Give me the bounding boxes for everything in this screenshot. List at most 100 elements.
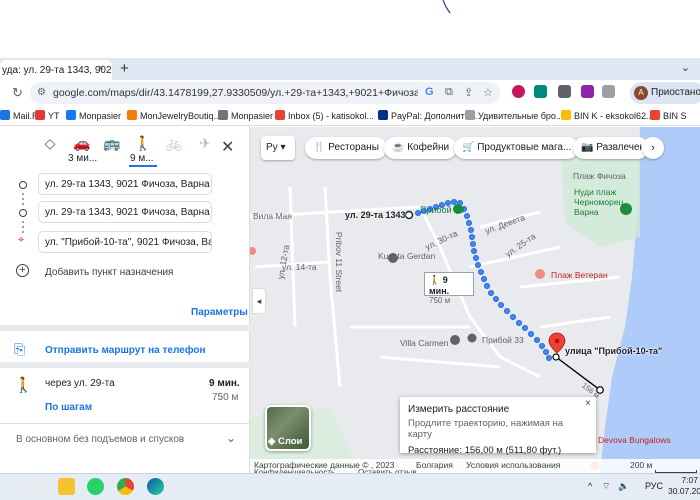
extension-purple-icon[interactable] <box>581 85 594 98</box>
extension-avatar-icon[interactable] <box>512 85 525 98</box>
bookmark-item[interactable]: Удивительные бро... <box>465 110 563 121</box>
route-elevation-note[interactable]: В основном без подъемов и спусков <box>16 434 184 445</box>
measure-distance-panel: Измерить расстояние Продлите траекторию,… <box>400 397 596 456</box>
select-value: Ру <box>266 142 278 153</box>
car-icon[interactable]: 🚗 <box>66 135 98 152</box>
walk-icon: 🚶 <box>429 275 441 285</box>
bookmark-favicon-icon <box>378 110 388 120</box>
reload-icon[interactable]: ↻ <box>12 85 23 101</box>
chevron-down-icon[interactable]: ⌄ <box>226 431 236 445</box>
chip-groceries[interactable]: 🛒 Продуктовые мага... <box>454 137 580 159</box>
bookmark-favicon-icon <box>465 110 475 120</box>
footer-terms[interactable]: Условия использования <box>466 460 560 470</box>
measure-title: Измерить расстояние <box>408 404 510 415</box>
volume-icon[interactable]: 🔈 <box>618 481 629 492</box>
bookmark-item[interactable]: BIN K - eksokol62... <box>561 110 654 121</box>
chip-restaurants[interactable]: 🍴 Рестораны <box>305 137 387 159</box>
google-lens-icon[interactable]: G <box>425 86 434 98</box>
waypoint-connector <box>22 190 24 208</box>
profile-label[interactable]: Приостановле <box>651 87 700 98</box>
bookmark-item[interactable]: Monpasier <box>66 110 121 121</box>
bookmark-favicon-icon <box>35 110 45 120</box>
chips-next-button[interactable]: › <box>642 137 664 159</box>
route-walk-icon: 🚶 <box>14 377 33 394</box>
map-label-plaj-veteran[interactable]: Плаж Ветеран <box>551 270 608 280</box>
bookmark-item[interactable]: Monpasier <box>218 110 273 121</box>
bookmark-favicon-icon <box>218 110 228 120</box>
wifi-icon[interactable]: ⌔ <box>602 481 610 492</box>
extensions-puzzle-icon[interactable] <box>602 85 615 98</box>
tab-google-maps[interactable]: уда: ул. 29-та 1343, 9021 Фичоза, Варна … <box>0 60 112 80</box>
walk-time: 9 м... <box>130 153 154 164</box>
bookmark-label: Inbox (5) - katisokol... <box>288 111 375 121</box>
send-to-phone-link[interactable]: Отправить маршрут на телефон <box>45 345 206 356</box>
waypoint-input-2[interactable]: ул. 29-та 1343, 9021 Фичоза, Варна <box>38 201 212 223</box>
map-label-nudi[interactable]: Нуди плаж Черноморец Варна <box>574 187 623 217</box>
collapse-panel-button[interactable]: ◂ <box>252 288 266 314</box>
route-steps-link[interactable]: По шагам <box>45 402 92 413</box>
clock[interactable]: 7:07 30.07.20 <box>668 475 700 497</box>
map-label-devova[interactable]: Devova Bungalows <box>598 435 671 445</box>
route-time-callout[interactable]: 🚶 9 мин. 750 м <box>424 272 474 305</box>
bookmark-label: Monpasier <box>231 111 274 121</box>
language-indicator[interactable]: РУС <box>645 481 663 491</box>
add-destination-icon[interactable]: + <box>16 264 29 277</box>
tab-bar: уда: ул. 29-та 1343, 9021 Фичоза, Варна … <box>0 58 700 80</box>
file-explorer-icon[interactable] <box>58 478 75 495</box>
route-via[interactable]: через ул. 29-та <box>45 378 115 389</box>
route-options-link[interactable]: Параметры <box>191 307 248 318</box>
tab-close-icon[interactable]: × <box>98 63 104 74</box>
bookmark-item[interactable]: PayPal: Дополните... <box>378 110 477 121</box>
map-label-ul14: ул. 14-та <box>282 262 317 272</box>
clock-time: 7:07 <box>681 475 698 485</box>
best-route-icon[interactable]: ◇ <box>34 135 66 152</box>
map-label-pribov10[interactable]: Прибой 10 <box>420 205 464 215</box>
travel-options-select[interactable]: Ру ▾ <box>261 136 295 160</box>
map-label-vila-maya[interactable]: Вила Мая <box>253 211 292 221</box>
windows-start-icon[interactable] <box>30 478 47 495</box>
footer-country[interactable]: Болгария <box>416 460 453 470</box>
map-label-pribov33[interactable]: Прибой 33 <box>482 335 524 345</box>
chip-entertainment[interactable]: 📷 Развлечен <box>573 137 649 159</box>
bookmark-item[interactable]: Inbox (5) - katisokol... <box>275 110 374 121</box>
bookmark-favicon-icon <box>0 110 10 120</box>
bookmark-item[interactable]: MonJewelryBoutiq... <box>127 110 221 121</box>
translate-icon[interactable]: ⧉ <box>445 86 453 99</box>
bookmark-item[interactable]: YT <box>35 110 60 121</box>
transit-icon[interactable]: 🚌 <box>96 135 128 152</box>
map-label-end: улица "Прибой-10-та" <box>565 346 663 356</box>
site-info-icon[interactable]: ⚙ <box>37 87 46 98</box>
send-to-phone-icon[interactable]: ⎘ <box>14 341 25 358</box>
close-directions-button[interactable]: ✕ <box>221 137 234 157</box>
tray-chevron-icon[interactable]: ^ <box>588 481 592 491</box>
add-destination-link[interactable]: Добавить пункт назначения <box>45 267 173 278</box>
tab-title: уда: ул. 29-та 1343, 9021 Фичоза, Варна <box>2 65 112 76</box>
waypoint-input-3[interactable]: ул. "Прибой-10-та", 9021 Фичоза, Вар <box>38 231 212 253</box>
footer-scale[interactable]: 200 м <box>630 460 652 470</box>
waypoint-input-1[interactable]: ул. 29-та 1343, 9021 Фичоза, Варна <box>38 173 212 195</box>
edge-icon[interactable] <box>147 478 164 495</box>
measure-close-button[interactable]: × <box>585 398 591 409</box>
flight-icon[interactable]: ✈ <box>189 135 221 152</box>
extension-teal-icon[interactable] <box>534 85 547 98</box>
map-label-kushta[interactable]: Kushta Gerdan <box>378 251 435 261</box>
walk-mode-icon[interactable]: 🚶 <box>127 135 159 152</box>
bookmark-item[interactable]: BIN S <box>650 110 687 121</box>
new-tab-button[interactable]: + <box>120 61 129 76</box>
callout-distance: 750 м <box>429 296 451 305</box>
tab-list-chevron-icon[interactable]: ⌄ <box>681 61 690 74</box>
url-field[interactable]: google.com/maps/dir/43.1478199,27.933050… <box>53 87 418 99</box>
bike-icon[interactable]: 🚲 <box>158 135 190 152</box>
bookmark-star-icon[interactable]: ☆ <box>483 86 493 99</box>
whatsapp-icon[interactable] <box>87 478 104 495</box>
share-icon[interactable]: ⇪ <box>464 86 473 99</box>
map-label-villa-carmen[interactable]: Villa Carmen <box>400 338 449 348</box>
map-label-plaj-fichoza[interactable]: Плаж Фичоза <box>573 171 626 181</box>
extension-robot-icon[interactable] <box>558 85 571 98</box>
chip-coffee[interactable]: ☕ Кофейни <box>384 137 458 159</box>
car-time: 3 ми... <box>68 153 98 164</box>
profile-avatar[interactable]: A <box>634 86 648 100</box>
panel-divider <box>0 423 250 424</box>
chrome-icon[interactable] <box>117 478 134 495</box>
layers-label: ◈ Слои <box>268 436 302 447</box>
